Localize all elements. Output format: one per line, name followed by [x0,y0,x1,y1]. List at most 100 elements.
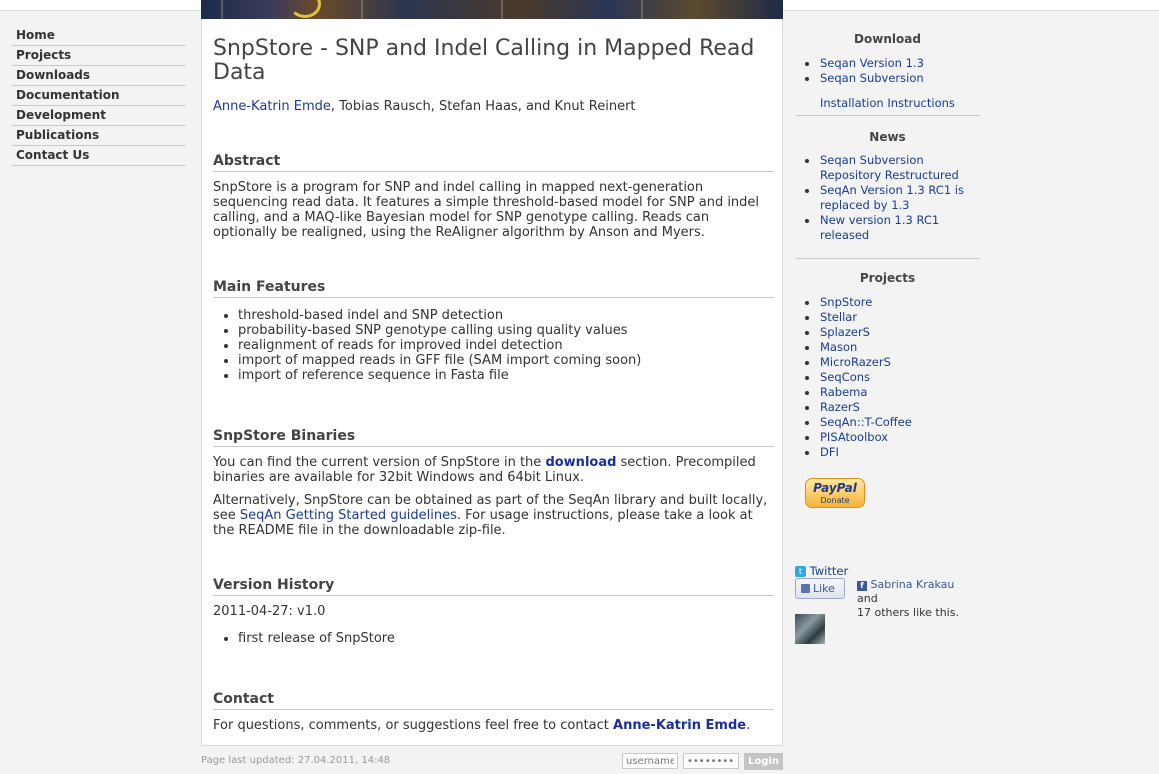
text-segment: and [857,592,878,605]
abstract-heading: Abstract [213,153,774,172]
facebook-friend-link[interactable]: Sabrina Krakau [871,578,955,591]
installation-instructions-link[interactable]: Installation Instructions [820,96,955,110]
text-segment: For questions, comments, or suggestions … [213,718,614,733]
list-item: Seqan Subversion Repository Restructured [795,153,965,183]
project-link-razers[interactable]: RazerS [820,400,860,414]
news-list: Seqan Subversion Repository Restructured… [795,153,965,243]
project-link-dfi[interactable]: DFI [820,445,839,459]
avatar[interactable] [795,614,825,644]
news-link[interactable]: Seqan Subversion Repository Restructured [820,153,959,182]
news-link[interactable]: SeqAn Version 1.3 RC1 is replaced by 1.3 [820,183,964,212]
list-item: RazerS [795,400,980,415]
download-heading: Download [854,32,921,46]
news-link[interactable]: New version 1.3 RC1 released [820,213,939,242]
page-title: SnpStore - SNP and Indel Calling in Mapp… [213,36,755,85]
list-item: Stellar [795,310,980,325]
banner-decoration [221,0,223,19]
nav-item-development[interactable]: Development [11,107,186,126]
list-item: SnpStore [795,295,980,310]
banner-logo [289,0,321,18]
right-sidebar: Download Seqan Version 1.3 Seqan Subvers… [795,32,980,644]
contact-heading: Contact [213,691,774,710]
binaries-paragraph-1: You can find the current version of SnpS… [213,455,774,485]
list-item: Seqan Subversion [795,71,980,86]
nav-item-documentation[interactable]: Documentation [11,87,186,106]
project-link-snpstore[interactable]: SnpStore [820,295,872,309]
nav-item-contact-us[interactable]: Contact Us [11,147,186,166]
list-item: PISAtoolbox [795,430,980,445]
contact-author-link[interactable]: Anne-Katrin Emde [613,718,746,733]
list-item: import of reference sequence in Fasta fi… [238,368,799,383]
project-link-splazers[interactable]: SplazerS [820,325,870,339]
header-banner [201,0,783,19]
list-item: DFI [795,445,980,460]
username-field[interactable] [622,753,678,769]
twitter-row[interactable]: t Twitter [795,564,848,578]
version-entry: 2011-04-27: v1.0 [213,604,326,619]
paypal-logo: PayPal [813,481,857,495]
thumbs-up-icon [801,584,810,593]
main-content: SnpStore - SNP and Indel Calling in Mapp… [201,19,783,746]
list-item: SeqAn::T-Coffee [795,415,980,430]
binaries-paragraph-2: Alternatively, SnpStore can be obtained … [213,493,774,538]
list-item: SeqAn Version 1.3 RC1 is replaced by 1.3 [795,183,965,213]
list-item: SeqCons [795,370,980,385]
divider [795,258,980,259]
login-button[interactable]: Login [744,753,783,770]
list-item: import of mapped reads in GFF file (SAM … [238,353,799,368]
binaries-heading: SnpStore Binaries [213,428,774,447]
project-link-pisatoolbox[interactable]: PISAtoolbox [820,430,888,444]
download-link-seqan-1-3[interactable]: Seqan Version 1.3 [820,56,924,70]
password-field[interactable] [683,753,739,769]
list-item: MicroRazerS [795,355,980,370]
getting-started-link[interactable]: SeqAn Getting Started guidelines [240,508,457,523]
twitter-icon: t [795,566,806,577]
like-label: Like [813,582,835,595]
facebook-icon: f [857,581,867,591]
download-link[interactable]: download [545,455,616,470]
list-item: Rabema [795,385,980,400]
history-heading: Version History [213,577,774,596]
nav-item-home[interactable]: Home [11,27,186,46]
list-item: Seqan Version 1.3 [795,56,980,71]
download-link-subversion[interactable]: Seqan Subversion [820,71,924,85]
list-item: New version 1.3 RC1 released [795,213,965,243]
download-list: Seqan Version 1.3 Seqan Subversion [795,56,980,86]
contact-text: For questions, comments, or suggestions … [213,718,774,733]
list-item: probability-based SNP genotype calling u… [238,323,799,338]
project-link-rabema[interactable]: Rabema [820,385,867,399]
project-link-seqcons[interactable]: SeqCons [820,370,870,384]
author-link[interactable]: Anne-Katrin Emde [213,99,331,114]
text-segment: 17 others like this. [857,606,959,619]
facebook-like-button[interactable]: Like [795,578,845,599]
facebook-social-text: f Sabrina Krakau and 17 others like this… [857,578,977,620]
abstract-text: SnpStore is a program for SNP and indel … [213,180,760,240]
features-list: threshold-based indel and SNP detection … [213,308,799,383]
text-segment: You can find the current version of SnpS… [213,455,546,470]
project-link-microrazers[interactable]: MicroRazerS [820,355,891,369]
list-item: SplazerS [795,325,980,340]
project-link-t-coffee[interactable]: SeqAn::T-Coffee [820,415,912,429]
authors-line: Anne-Katrin Emde, Tobias Rausch, Stefan … [213,99,774,114]
nav-item-publications[interactable]: Publications [11,127,186,146]
nav-item-projects[interactable]: Projects [11,47,186,66]
divider [795,115,980,116]
nav-item-downloads[interactable]: Downloads [11,67,186,86]
project-link-mason[interactable]: Mason [820,340,857,354]
install-row: Installation Instructions [795,96,980,111]
authors-rest: , Tobias Rausch, Stefan Haas, and Knut R… [330,99,636,114]
project-link-stellar[interactable]: Stellar [820,310,857,324]
last-updated: Page last updated: 27.04.2011, 14:48 [201,755,391,766]
features-heading: Main Features [213,279,774,298]
text-segment: . [746,718,751,733]
banner-decoration [501,0,503,19]
paypal-donate-button[interactable]: PayPal Donate [805,478,865,508]
twitter-link[interactable]: Twitter [810,564,849,578]
list-item: first release of SnpStore [238,631,799,646]
banner-decoration [641,0,643,19]
list-item: threshold-based indel and SNP detection [238,308,799,323]
left-navigation: Home Projects Downloads Documentation De… [11,27,186,167]
list-item: realignment of reads for improved indel … [238,338,799,353]
news-heading: News [869,130,906,144]
projects-list: SnpStore Stellar SplazerS Mason MicroRaz… [795,295,980,460]
